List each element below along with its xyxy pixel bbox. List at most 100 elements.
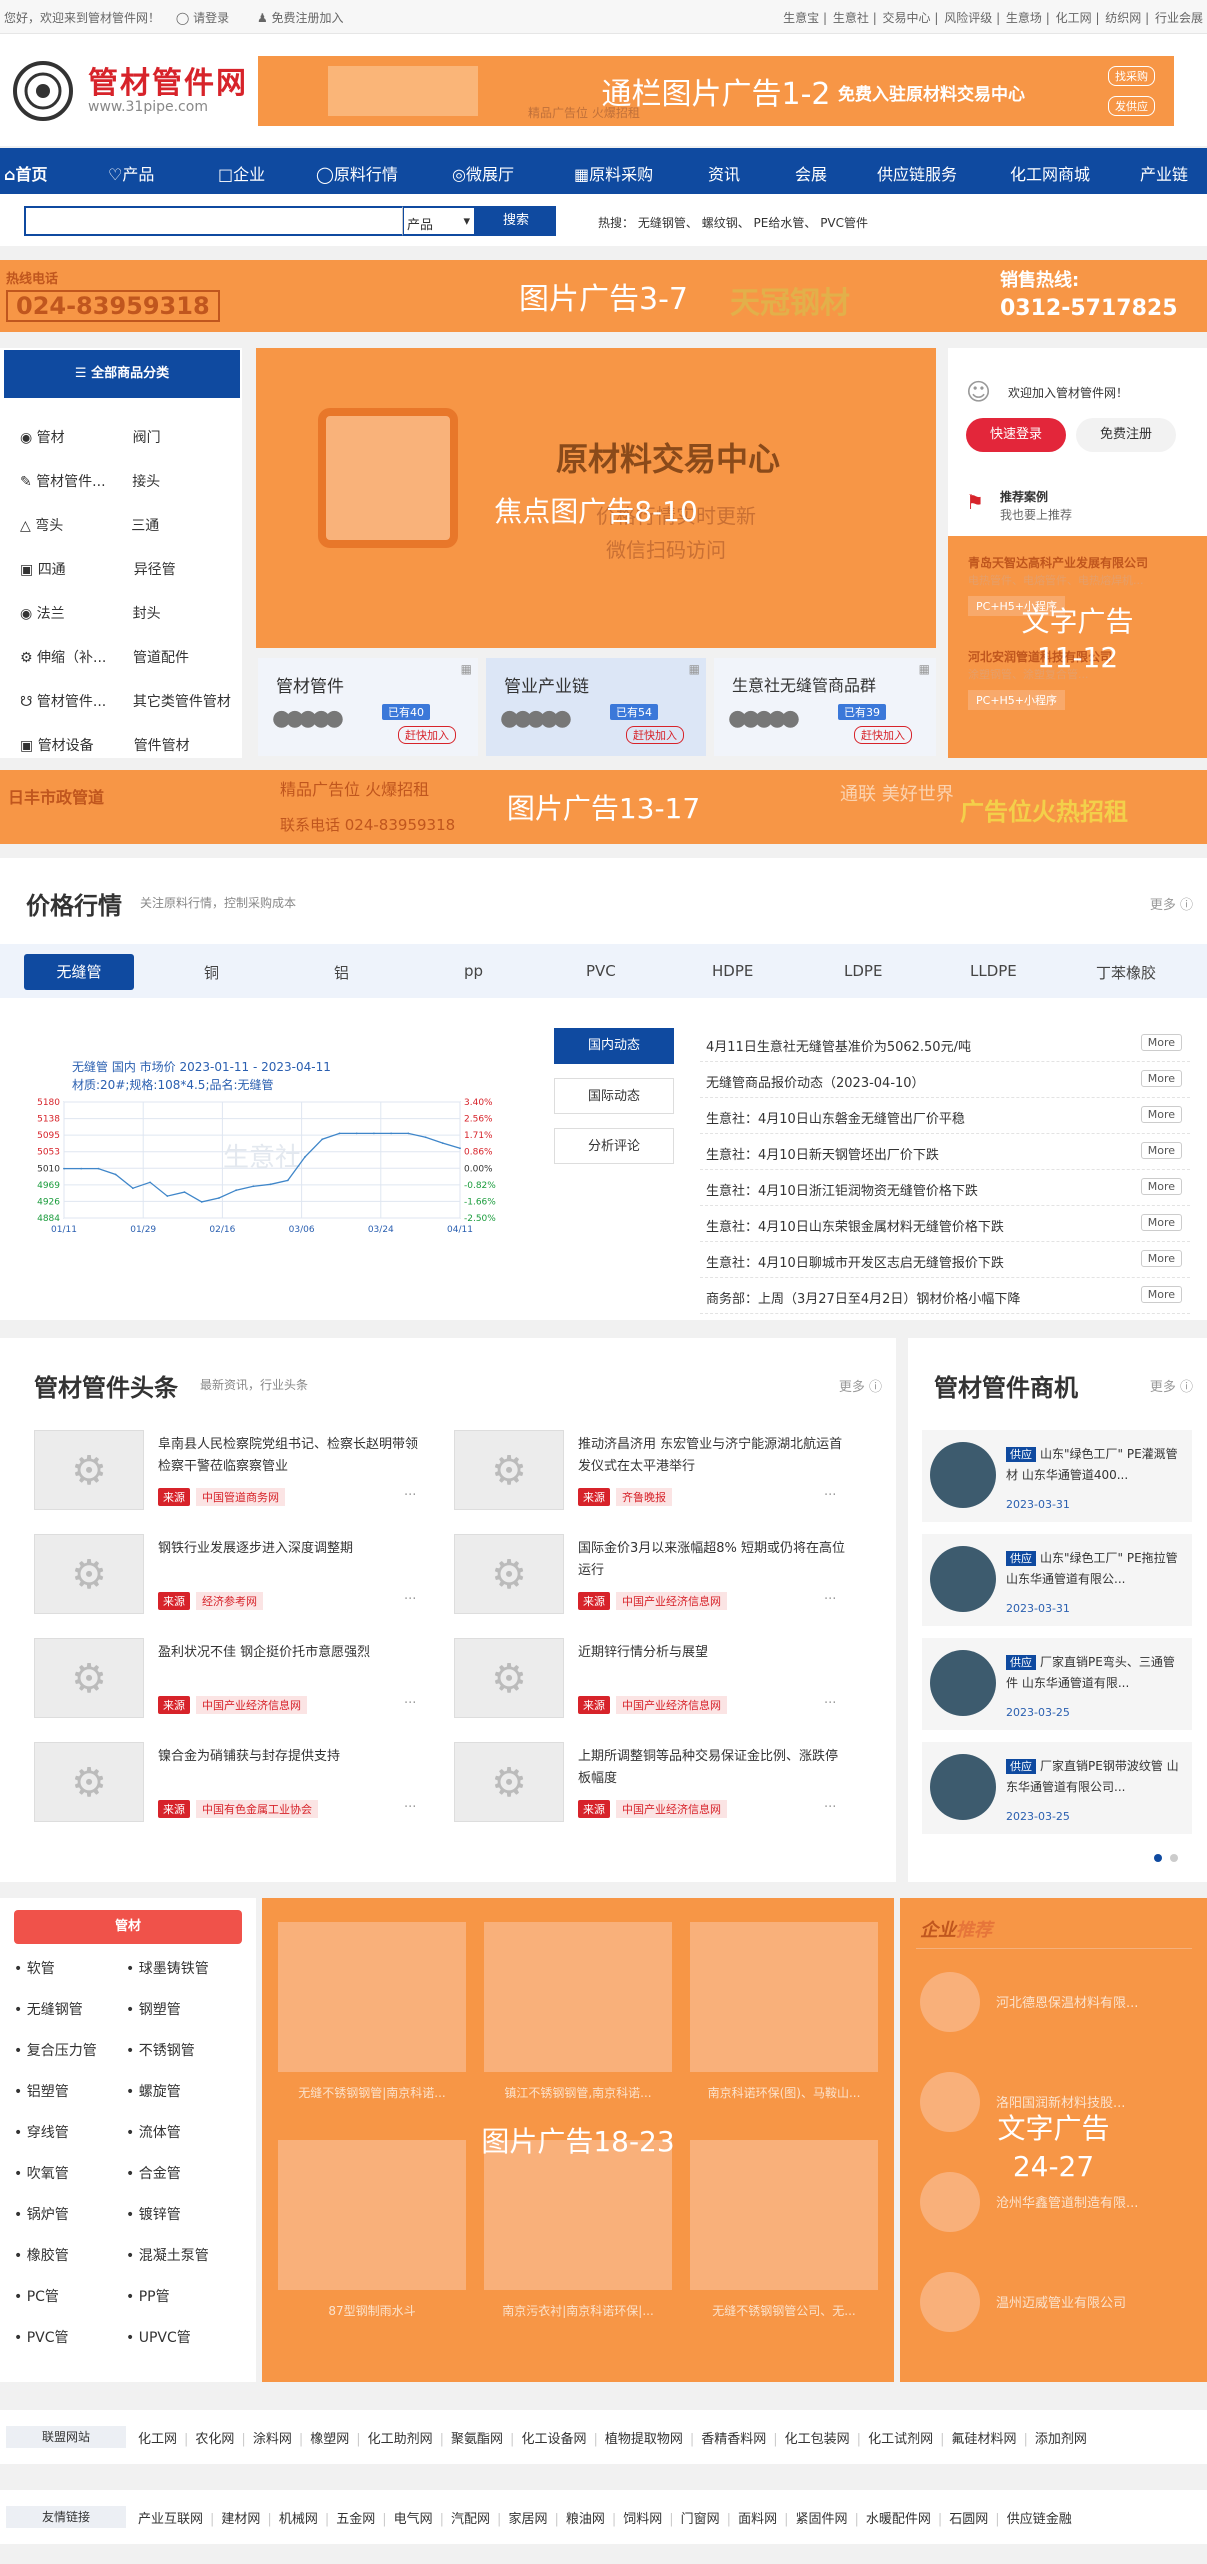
tab-pp[interactable]: pp	[464, 962, 483, 980]
news-item[interactable]: 生意社：4月10日浙江钜润物资无缝管价格下跌 More	[700, 1170, 1190, 1206]
enterprise-name[interactable]: 沧州华鑫管道制造有限...	[996, 2192, 1138, 2211]
tab-domestic[interactable]: 国内动态	[554, 1028, 674, 1064]
nav-mall[interactable]: 化工网商城	[1010, 161, 1090, 185]
news-more-button[interactable]: More	[1140, 1214, 1182, 1231]
headline-thumbnail[interactable]: ⚙	[454, 1430, 564, 1510]
nav-enterprise[interactable]: □企业	[218, 161, 265, 185]
tab-hdpe[interactable]: HDPE	[712, 962, 753, 980]
more-dots-icon[interactable]: ···	[404, 1488, 416, 1503]
news-more-button[interactable]: More	[1140, 1250, 1182, 1267]
top-link[interactable]: 生意场	[1006, 11, 1042, 25]
news-more-button[interactable]: More	[1140, 1142, 1182, 1159]
pipe-item[interactable]: • 吹氧管	[14, 2163, 69, 2183]
more-dots-icon[interactable]: ···	[824, 1800, 836, 1815]
pipe-item[interactable]: • 橡胶管	[14, 2245, 69, 2265]
headline-thumbnail[interactable]: ⚙	[34, 1534, 144, 1614]
category-item[interactable]: 管材管件...	[37, 680, 133, 724]
carousel-dot[interactable]	[1170, 1854, 1178, 1862]
headline-thumbnail[interactable]: ⚙	[34, 1742, 144, 1822]
hot-search-item[interactable]: 无缝钢管	[638, 216, 686, 230]
nav-industry-chain[interactable]: 产业链	[1140, 161, 1188, 185]
category-item[interactable]: 管材设备	[38, 724, 134, 768]
hot-search-item[interactable]: PE给水管	[754, 216, 805, 230]
top-link[interactable]: 生意宝	[783, 11, 819, 25]
pipe-item[interactable]: • PVC管	[14, 2327, 69, 2347]
hot-search-item[interactable]: PVC管件	[820, 216, 868, 230]
news-more-button[interactable]: More	[1140, 1178, 1182, 1195]
top-link[interactable]: 风险评级	[944, 11, 992, 25]
footer-link[interactable]: 植物提取物网	[605, 2432, 683, 2447]
hot-search-item[interactable]: 螺纹钢	[702, 216, 738, 230]
footer-link[interactable]: 机械网	[279, 2512, 318, 2527]
pipe-item[interactable]: • 无缝钢管	[14, 1999, 83, 2019]
footer-link[interactable]: 电气网	[394, 2512, 433, 2527]
news-item[interactable]: 生意社：4月10日新天钢管坯出厂价下跌 More	[700, 1134, 1190, 1170]
pipe-item[interactable]: • 锅炉管	[14, 2204, 69, 2224]
news-title[interactable]: 生意社：4月10日新天钢管坯出厂价下跌	[706, 1144, 939, 1163]
pipe-item[interactable]: • 流体管	[126, 2122, 181, 2142]
product-thumbnail[interactable]	[690, 1922, 878, 2072]
banner-ad-13-17[interactable]: 日丰市政管道 精品广告位 火爆招租 联系电话 024-83959318 图片广告…	[0, 770, 1207, 844]
top-link[interactable]: 生意社	[833, 11, 869, 25]
tab-aluminum[interactable]: 铝	[334, 962, 349, 983]
business-title[interactable]: 供应 山东"绿色工厂" PE拖拉管 山东华通管道有限公...	[1006, 1548, 1186, 1589]
category-item[interactable]: 异径管	[134, 562, 176, 578]
category-item[interactable]: 三通	[131, 518, 159, 534]
pipe-item[interactable]: • PC管	[14, 2286, 59, 2306]
tab-copper[interactable]: 铜	[204, 962, 219, 983]
product-name[interactable]: 无缝不锈钢钢管公司、无...	[690, 2302, 878, 2319]
footer-link[interactable]: 石圆网	[949, 2512, 988, 2527]
more-dots-icon[interactable]: ···	[824, 1696, 836, 1711]
news-item[interactable]: 4月11日生意社无缝管基准价为5062.50元/吨 More	[700, 1026, 1190, 1062]
ad-button[interactable]: 找采购	[1108, 66, 1155, 86]
pipe-item[interactable]: • 铝塑管	[14, 2081, 69, 2101]
footer-link[interactable]: 香精香料网	[701, 2432, 766, 2447]
headline-title[interactable]: 镍合金为硝铺获与封存提供支持	[158, 1746, 430, 1768]
tab-lldpe[interactable]: LLDPE	[970, 962, 1017, 980]
nav-material-market[interactable]: ◯原料行情	[316, 161, 398, 185]
footer-link[interactable]: 建材网	[221, 2512, 260, 2527]
nav-expo[interactable]: 会展	[795, 161, 827, 185]
footer-link[interactable]: 化工试剂网	[868, 2432, 933, 2447]
business-item[interactable]: 供应 厂家直销PE钢带波纹管 山东华通管道有限公司... 2023-03-25	[922, 1742, 1192, 1834]
footer-link[interactable]: 饲料网	[623, 2512, 662, 2527]
pipe-item[interactable]: • 不锈钢管	[126, 2040, 195, 2060]
footer-link[interactable]: 化工网	[138, 2432, 177, 2447]
product-thumbnail[interactable]	[484, 1922, 672, 2072]
business-title[interactable]: 供应 厂家直销PE弯头、三通管件 山东华通管道有限...	[1006, 1652, 1186, 1693]
tab-sbr[interactable]: 丁苯橡胶	[1096, 962, 1156, 983]
footer-link[interactable]: 添加剂网	[1035, 2432, 1087, 2447]
footer-link[interactable]: 农化网	[195, 2432, 234, 2447]
business-title[interactable]: 供应 山东"绿色工厂" PE灌溉管材 山东华通管道400...	[1006, 1444, 1186, 1485]
footer-link[interactable]: 汽配网	[451, 2512, 490, 2527]
business-item[interactable]: 供应 厂家直销PE弯头、三通管件 山东华通管道有限... 2023-03-25	[922, 1638, 1192, 1730]
product-name[interactable]: 南京污衣衬|南京科诺环保|...	[484, 2302, 672, 2319]
headline-title[interactable]: 上期所调整铜等品种交易保证金比例、涨跌停板幅度	[578, 1746, 850, 1790]
news-item[interactable]: 生意社：4月10日山东磐金无缝管出厂价平稳 More	[700, 1098, 1190, 1134]
headline-title[interactable]: 盈利状况不佳 钢企挺价托市意愿强烈	[158, 1642, 430, 1664]
top-link[interactable]: 交易中心	[883, 11, 931, 25]
category-item[interactable]: 接头	[132, 474, 160, 490]
pipe-item[interactable]: • 合金管	[126, 2163, 181, 2183]
category-item[interactable]: 管件管材	[134, 738, 190, 754]
footer-link[interactable]: 化工设备网	[521, 2432, 586, 2447]
footer-link[interactable]: 粮油网	[566, 2512, 605, 2527]
footer-link[interactable]: 水暖配件网	[866, 2512, 931, 2527]
footer-link[interactable]: 橡塑网	[310, 2432, 349, 2447]
tab-ldpe[interactable]: LDPE	[844, 962, 882, 980]
headline-thumbnail[interactable]: ⚙	[454, 1742, 564, 1822]
news-title[interactable]: 生意社：4月10日山东磐金无缝管出厂价平稳	[706, 1108, 965, 1127]
product-name[interactable]: 无缝不锈钢钢管|南京科诺...	[278, 2084, 466, 2101]
news-title[interactable]: 无缝管商品报价动态（2023-04-10）	[706, 1072, 925, 1091]
join-group-button[interactable]: 赶快加入	[854, 726, 912, 744]
news-item[interactable]: 生意社：4月10日山东荣银金属材料无缝管价格下跌 More	[700, 1206, 1190, 1242]
source-name[interactable]: 经济参考网	[196, 1592, 263, 1610]
source-name[interactable]: 中国产业经济信息网	[616, 1696, 727, 1714]
source-name[interactable]: 中国产业经济信息网	[196, 1696, 307, 1714]
qr-icon[interactable]: ▦	[919, 662, 930, 676]
carousel-dot[interactable]	[1154, 1854, 1162, 1862]
product-thumbnail[interactable]	[278, 1922, 466, 2072]
group-card[interactable]: 管业产业链 ●●●●● 已有54 赶快加入 ▦	[486, 658, 706, 756]
more-dots-icon[interactable]: ···	[404, 1696, 416, 1711]
pipe-item[interactable]: • PP管	[126, 2286, 170, 2306]
